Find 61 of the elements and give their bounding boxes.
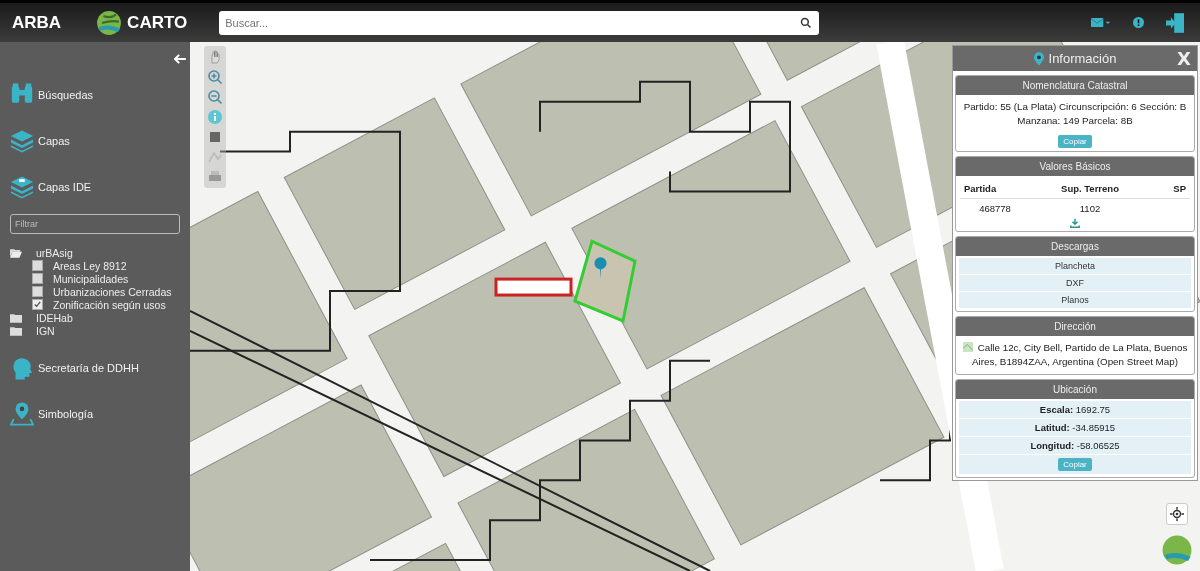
back-arrow-icon[interactable] — [174, 54, 186, 64]
map-thumbnail-icon — [962, 342, 973, 352]
location-value: Escala: 1692.75 — [959, 401, 1191, 419]
checkbox[interactable] — [32, 260, 43, 271]
checkbox[interactable] — [32, 273, 43, 284]
tree-folder-label[interactable]: urBAsig — [36, 246, 73, 259]
globe-logo-icon — [95, 8, 124, 37]
column-header: Partida — [960, 179, 1030, 199]
map-pin-icon — [594, 257, 607, 280]
location-value: Longitud: -58.06525 — [959, 437, 1191, 455]
search-field[interactable]: Buscar... — [219, 10, 820, 35]
table-cell-text: 1102 — [1078, 202, 1102, 216]
map-pin-icon — [1033, 51, 1044, 66]
layers-icon — [10, 128, 34, 154]
layers-icon — [10, 174, 34, 200]
sidebar-item[interactable]: Secretaría de DDHH — [0, 349, 190, 387]
sidebar-item[interactable]: Búsquedas — [0, 76, 190, 114]
search-icon[interactable] — [800, 16, 813, 29]
layer-label[interactable]: Urbanizaciones Cerradas — [53, 285, 172, 298]
open-folder-icon[interactable] — [10, 247, 22, 258]
mail-icon[interactable] — [1091, 17, 1111, 28]
square-tool-icon[interactable] — [207, 129, 223, 145]
layer-label[interactable]: Municipalidades — [53, 272, 129, 285]
section-title: Nomenclatura Catastral — [956, 76, 1194, 95]
zoom-out-icon[interactable] — [207, 89, 223, 105]
selected-parcel[interactable] — [573, 239, 637, 324]
cadastral-text: Partido: 55 (La Plata) Circunscripción: 6 Sección: B Manzana: 149 Parcela: 8B — [962, 100, 1188, 128]
sidebar-item[interactable]: Capas IDE — [0, 168, 190, 206]
zoom-in-icon[interactable] — [207, 69, 223, 85]
section-title: Ubicación — [956, 380, 1194, 399]
info-panel-title: Información — [1048, 51, 1117, 66]
section-title: Valores Básicos — [956, 157, 1194, 176]
close-button[interactable]: X — [1177, 48, 1191, 69]
filter-field[interactable]: Filtrar — [10, 214, 180, 234]
download-icon[interactable] — [1070, 218, 1080, 228]
layer-label[interactable]: Areas Ley 8912 — [53, 259, 127, 272]
tree-folder-label[interactable]: IDEHab — [36, 311, 73, 324]
section-title: Dirección — [956, 317, 1194, 336]
column-header: SP — [1150, 179, 1190, 199]
tree-folder-label[interactable]: IGN — [36, 324, 55, 337]
folder-icon[interactable] — [10, 325, 22, 336]
map-pin-icon — [10, 401, 34, 427]
download-link[interactable]: Plancheta — [959, 258, 1191, 275]
brand-logo-text: ARBA — [12, 12, 62, 33]
folder-icon[interactable] — [10, 312, 22, 323]
download-link[interactable]: DXF — [959, 275, 1191, 292]
checkbox[interactable] — [32, 286, 43, 297]
location-value: Latitud: -34.85915 — [959, 419, 1191, 437]
exit-icon[interactable] — [1166, 12, 1184, 33]
logo-text: CARTO — [127, 12, 188, 33]
layer-label[interactable]: Zonificación según usos — [53, 298, 166, 311]
download-link[interactable]: Planos — [959, 292, 1191, 309]
sidebar-item[interactable]: Simbología — [0, 395, 190, 433]
help-icon[interactable] — [1133, 17, 1144, 28]
sidebar-item[interactable]: Capas — [0, 122, 190, 160]
table-cell-text: 468778 — [978, 202, 1012, 216]
column-header: Sup. Terreno — [1030, 179, 1150, 199]
address-text: Calle 12c, City Bell, Partido de La Plata, Buenos Aires, B1894ZAA, Argentina (Open Street Map) — [972, 342, 1188, 367]
checkbox[interactable] — [32, 299, 43, 310]
section-title: Descargas — [956, 237, 1194, 256]
globe-logo-icon — [1160, 533, 1194, 567]
